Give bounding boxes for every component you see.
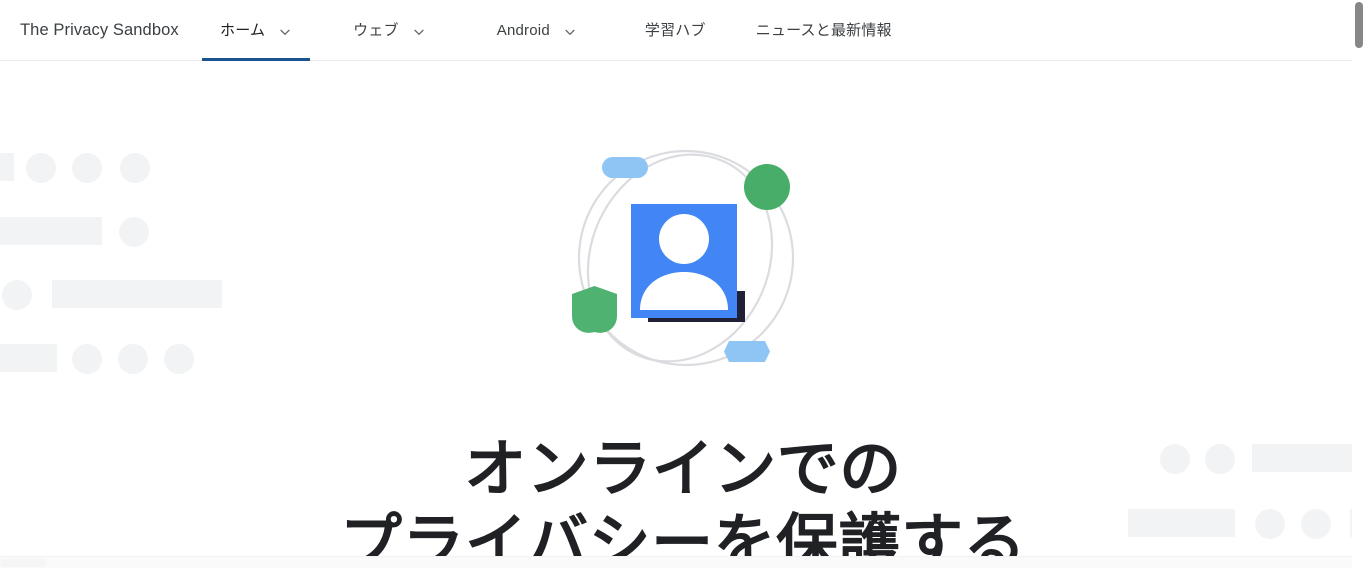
hero-section: オンラインでの プライバシーを保護する <box>0 61 1352 568</box>
shield-shape <box>572 286 617 333</box>
profile-card-shape <box>631 204 737 318</box>
nav-item-web[interactable]: ウェブ <box>337 0 442 61</box>
card-shadow-bottom <box>648 314 745 322</box>
horizontal-scrollbar[interactable] <box>0 556 1352 568</box>
placeholder-left-bar <box>0 153 14 181</box>
placeholder-left-circle <box>118 344 148 374</box>
site-header: The Privacy Sandbox ホーム ウェブ Android 学習ハブ ニュー… <box>0 0 1352 61</box>
vertical-scrollbar-thumb[interactable] <box>1355 2 1363 48</box>
pill-bottom-shape <box>724 341 770 362</box>
nav-item-learning-hub[interactable]: 学習ハブ <box>629 0 722 61</box>
placeholder-left-circle <box>26 153 56 183</box>
circle-green-shape <box>744 164 790 210</box>
nav-item-label: 学習ハブ <box>644 21 706 39</box>
chevron-down-icon <box>412 25 426 39</box>
placeholder-left-circle <box>164 344 194 374</box>
placeholder-left-circle <box>120 153 150 183</box>
hero-headline: オンラインでの プライバシーを保護する <box>0 433 1352 568</box>
hero-headline-line-1: オンラインでの <box>464 434 902 504</box>
card-shadow-shape <box>648 291 745 322</box>
nav-item-label: Android <box>496 21 550 39</box>
nav-item-android[interactable]: Android <box>481 0 593 61</box>
nav-item-news[interactable]: ニュースと最新情報 <box>740 0 908 61</box>
chevron-down-icon <box>563 25 577 39</box>
site-brand-logo[interactable]: The Privacy Sandbox <box>20 20 179 40</box>
nav-item-label: ウェブ <box>353 21 399 39</box>
orbit-rings <box>577 149 795 367</box>
avatar-body-shape <box>640 272 728 310</box>
placeholder-left-bar <box>0 217 102 245</box>
nav-item-home[interactable]: ホーム <box>202 0 311 61</box>
page-root: The Privacy Sandbox ホーム ウェブ Android 学習ハブ ニュー… <box>0 0 1366 568</box>
primary-navigation: ホーム ウェブ Android 学習ハブ ニュースと最新情報 <box>202 0 908 61</box>
chevron-down-icon <box>278 25 292 39</box>
hero-illustration <box>0 61 1352 421</box>
pill-top-shape <box>602 157 648 178</box>
horizontal-scrollbar-thumb[interactable] <box>0 559 46 567</box>
card-shadow-right <box>737 291 745 322</box>
nav-item-label: ホーム <box>220 21 266 39</box>
placeholder-left-circle <box>119 217 149 247</box>
avatar-head-shape <box>659 214 709 264</box>
placeholder-left-bar <box>52 280 222 308</box>
placeholder-left-circle <box>72 344 102 374</box>
nav-item-label: ニュースと最新情報 <box>755 21 892 39</box>
placeholder-left-circle <box>72 153 102 183</box>
placeholder-left-circle <box>2 280 32 310</box>
placeholder-left-bar <box>0 344 57 372</box>
vertical-scrollbar[interactable] <box>1352 0 1366 568</box>
